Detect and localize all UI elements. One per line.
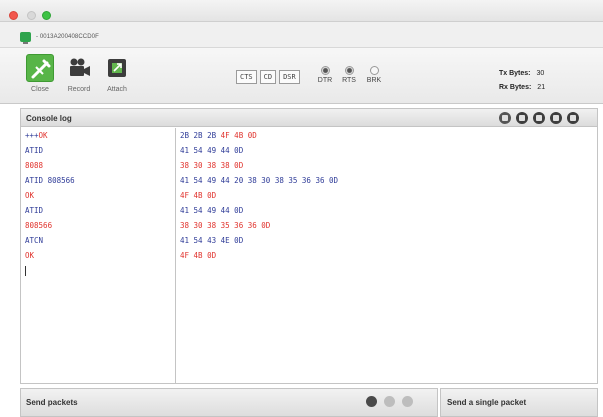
cts-indicator: CTS bbox=[236, 70, 257, 84]
zoom-window-button[interactable] bbox=[42, 11, 51, 20]
send-packets-panel: Send packets bbox=[20, 388, 438, 417]
tx-bytes-value: 30 bbox=[536, 70, 545, 77]
hex-log-pane[interactable]: 2B 2B 2B 4F 4B 0D 41 54 49 44 0D 38 30 3… bbox=[176, 128, 597, 383]
add-packet-icon[interactable] bbox=[366, 396, 377, 407]
close-icon[interactable] bbox=[567, 112, 579, 124]
dtr-label: DTR bbox=[317, 77, 333, 84]
hex-row-1: 2B 2B 2B 4F 4B 0D bbox=[176, 128, 597, 143]
attach-label: Attach bbox=[107, 86, 127, 93]
hex-row-2: 41 54 49 44 0D bbox=[180, 146, 244, 155]
plug-icon bbox=[26, 54, 54, 82]
attach-icon bbox=[103, 54, 131, 82]
hex-row-5: 4F 4B 0D bbox=[180, 191, 217, 200]
byte-counters: Tx Bytes: 30 Rx Bytes: 21 bbox=[499, 67, 545, 95]
brk-radio[interactable] bbox=[369, 66, 379, 75]
log-ascii-tx: +++ bbox=[25, 131, 39, 140]
console-log-header: Console log bbox=[21, 109, 597, 127]
disconnect-icon[interactable] bbox=[499, 112, 511, 124]
dtr-toggle[interactable]: DTR bbox=[312, 66, 338, 84]
hex-row-3: 38 30 38 38 0D bbox=[180, 161, 244, 170]
log-row-7: 808566 bbox=[25, 221, 53, 230]
log-row-2: ATID bbox=[25, 146, 44, 155]
line-status-indicators: CTS CD DSR bbox=[236, 70, 303, 86]
log-row-5: OK bbox=[25, 191, 35, 200]
dsr-indicator: DSR bbox=[279, 70, 300, 84]
console-log-panel: Console log +++OK ATID 8088 ATID 808566 … bbox=[20, 108, 598, 384]
hex-row-9: 4F 4B 0D bbox=[180, 251, 217, 260]
device-icon bbox=[20, 32, 31, 44]
rts-toggle[interactable]: RTS bbox=[336, 66, 362, 84]
console-log-title: Console log bbox=[26, 114, 72, 123]
close-connection-button[interactable]: Close bbox=[24, 54, 56, 93]
log-row-4: ATID 808566 bbox=[25, 176, 75, 185]
log-row-3: 8088 bbox=[25, 161, 44, 170]
send-packets-title: Send packets bbox=[26, 398, 78, 407]
log-row-1: +++OK bbox=[21, 128, 175, 143]
ascii-log-pane[interactable]: +++OK ATID 8088 ATID 808566 OK ATID 8085… bbox=[21, 128, 176, 383]
lock-icon[interactable] bbox=[550, 112, 562, 124]
hex-row-7: 38 30 38 35 36 36 0D bbox=[180, 221, 271, 230]
log-input-row[interactable] bbox=[21, 263, 175, 278]
video-camera-icon bbox=[65, 54, 93, 82]
record-label: Record bbox=[67, 86, 91, 93]
brk-toggle[interactable]: BRK bbox=[361, 66, 387, 84]
hex-row-8: 41 54 43 4E 0D bbox=[180, 236, 244, 245]
rx-bytes-value: 21 bbox=[537, 84, 546, 91]
hex-row-4: 41 54 49 44 20 38 30 38 35 36 36 0D bbox=[180, 176, 339, 185]
record-button[interactable]: Record bbox=[63, 54, 95, 93]
rts-radio[interactable] bbox=[344, 66, 354, 75]
dtr-radio[interactable] bbox=[320, 66, 330, 75]
remove-packet-icon[interactable] bbox=[402, 396, 413, 407]
hex-row-6: 41 54 49 44 0D bbox=[180, 206, 244, 215]
log-row-8: ATCN bbox=[25, 236, 44, 245]
console-toolbar: Close Record Attach CTS CD DSR DTR RTS B… bbox=[0, 48, 603, 104]
text-cursor bbox=[25, 266, 26, 276]
rts-label: RTS bbox=[342, 77, 356, 84]
send-single-packet-panel: Send a single packet bbox=[440, 388, 598, 417]
attach-button[interactable]: Attach bbox=[101, 54, 133, 93]
refresh-icon[interactable] bbox=[516, 112, 528, 124]
close-label: Close bbox=[31, 86, 49, 93]
log-row-9: OK bbox=[25, 251, 35, 260]
tx-bytes-label: Tx Bytes: bbox=[499, 70, 531, 77]
device-label: - 0013A200408CCD0F bbox=[36, 34, 99, 40]
log-ascii-rx: OK bbox=[38, 131, 48, 140]
close-window-button[interactable] bbox=[9, 11, 18, 20]
hex-rx: 4F 4B 0D bbox=[220, 131, 257, 140]
brk-label: BRK bbox=[366, 77, 382, 84]
stop-icon[interactable] bbox=[533, 112, 545, 124]
rx-bytes-label: Rx Bytes: bbox=[499, 84, 532, 91]
device-tab[interactable]: - 0013A200408CCD0F bbox=[0, 22, 603, 48]
window-titlebar bbox=[0, 0, 603, 22]
send-single-packet-title: Send a single packet bbox=[447, 398, 527, 407]
cd-indicator: CD bbox=[259, 70, 277, 84]
log-row-6: ATID bbox=[25, 206, 44, 215]
minimize-window-button[interactable] bbox=[27, 11, 36, 20]
hex-tx: 2B 2B 2B bbox=[180, 131, 221, 140]
edit-packet-icon[interactable] bbox=[384, 396, 395, 407]
